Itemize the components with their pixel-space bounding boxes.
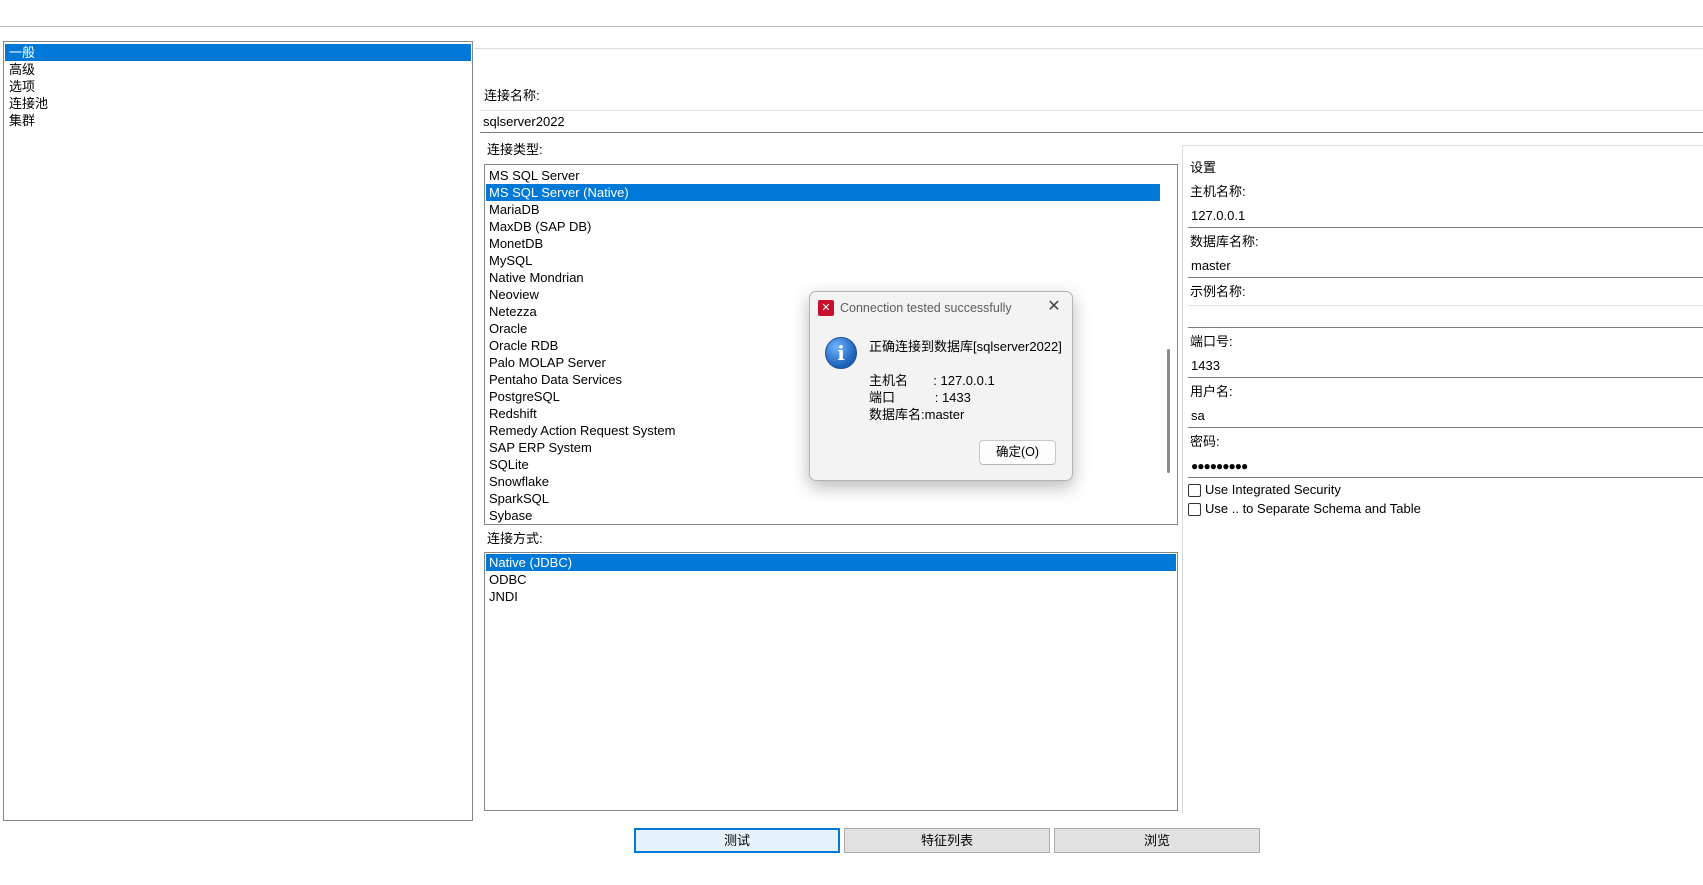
instance-name-input[interactable]	[1188, 305, 1703, 328]
connection-type-item[interactable]: Sybase	[486, 507, 1160, 524]
instance-name-label: 示例名称:	[1190, 284, 1246, 299]
database-name-input[interactable]: master	[1188, 255, 1703, 278]
content-divider	[474, 48, 1703, 49]
separate-schema-checkbox-row[interactable]: Use .. to Separate Schema and Table	[1188, 501, 1421, 517]
nav-item-general[interactable]: 一般	[5, 44, 471, 61]
access-item-jndi[interactable]: JNDI	[486, 588, 1176, 605]
connection-type-item[interactable]: MonetDB	[486, 235, 1160, 252]
dialog-title-bar: ✕ Connection tested successfully	[818, 299, 1012, 317]
username-label: 用户名:	[1190, 384, 1233, 399]
connection-name-input[interactable]: sqlserver2022	[480, 110, 1703, 133]
integrated-security-checkbox[interactable]	[1188, 483, 1201, 497]
nav-item-pooling[interactable]: 连接池	[5, 95, 471, 112]
settings-panel	[1182, 145, 1703, 813]
nav-item-cluster[interactable]: 集群	[5, 112, 471, 129]
access-method-list[interactable]: Native (JDBC) ODBC JNDI	[484, 552, 1178, 811]
dialog-host-line: 主机名 : 127.0.0.1	[869, 373, 995, 388]
dialog-title: Connection tested successfully	[840, 301, 1012, 315]
connection-type-item[interactable]: SparkSQL	[486, 490, 1160, 507]
integrated-security-label: Use Integrated Security	[1205, 482, 1341, 497]
connection-type-item[interactable]: Native Mondrian	[486, 269, 1160, 286]
integrated-security-checkbox-row[interactable]: Use Integrated Security	[1188, 482, 1341, 498]
connection-name-label: 连接名称:	[484, 88, 540, 103]
access-item-odbc[interactable]: ODBC	[486, 571, 1176, 588]
nav-item-options[interactable]: 选项	[5, 78, 471, 95]
connection-type-item[interactable]: MariaDB	[486, 201, 1160, 218]
settings-title: 设置	[1190, 160, 1217, 175]
ok-button[interactable]: 确定(O)	[979, 440, 1056, 465]
access-item-jdbc[interactable]: Native (JDBC)	[486, 554, 1176, 571]
feature-list-button[interactable]: 特征列表	[844, 828, 1050, 853]
port-number-input[interactable]: 1433	[1188, 355, 1703, 378]
dialog-port-line: 端口 : 1433	[869, 390, 971, 405]
dialog-message: 正确连接到数据库[sqlserver2022]	[869, 339, 1062, 354]
toolbar-divider	[0, 26, 1703, 27]
test-button[interactable]: 测试	[634, 828, 840, 853]
close-icon[interactable]: ✕	[1044, 297, 1064, 317]
port-number-label: 端口号:	[1190, 334, 1233, 349]
separate-schema-checkbox[interactable]	[1188, 502, 1201, 516]
dialog-database-line: 数据库名:master	[869, 407, 965, 422]
connection-type-item[interactable]: MaxDB (SAP DB)	[486, 218, 1160, 235]
connection-type-item[interactable]: MS SQL Server	[486, 167, 1160, 184]
separate-schema-label: Use .. to Separate Schema and Table	[1205, 501, 1421, 516]
host-name-input[interactable]: 127.0.0.1	[1188, 205, 1703, 228]
connection-type-label: 连接类型:	[487, 142, 543, 157]
app-logo-icon: ✕	[818, 300, 834, 316]
database-name-label: 数据库名称:	[1190, 234, 1259, 249]
explore-button[interactable]: 浏览	[1054, 828, 1260, 853]
nav-item-advanced[interactable]: 高级	[5, 61, 471, 78]
scrollbar-thumb[interactable]	[1167, 349, 1170, 473]
settings-category-tree[interactable]: 一般 高级 选项 连接池 集群	[3, 41, 473, 821]
password-input[interactable]: ●●●●●●●●●	[1188, 455, 1703, 478]
host-name-label: 主机名称:	[1190, 184, 1246, 199]
username-input[interactable]: sa	[1188, 405, 1703, 428]
connection-type-item[interactable]: MS SQL Server (Native)	[486, 184, 1160, 201]
password-label: 密码:	[1190, 434, 1220, 449]
access-method-label: 连接方式:	[487, 531, 543, 546]
connection-test-dialog: ✕ Connection tested successfully ✕ i 正确连…	[809, 291, 1073, 481]
info-icon: i	[825, 337, 857, 369]
connection-type-item[interactable]: MySQL	[486, 252, 1160, 269]
